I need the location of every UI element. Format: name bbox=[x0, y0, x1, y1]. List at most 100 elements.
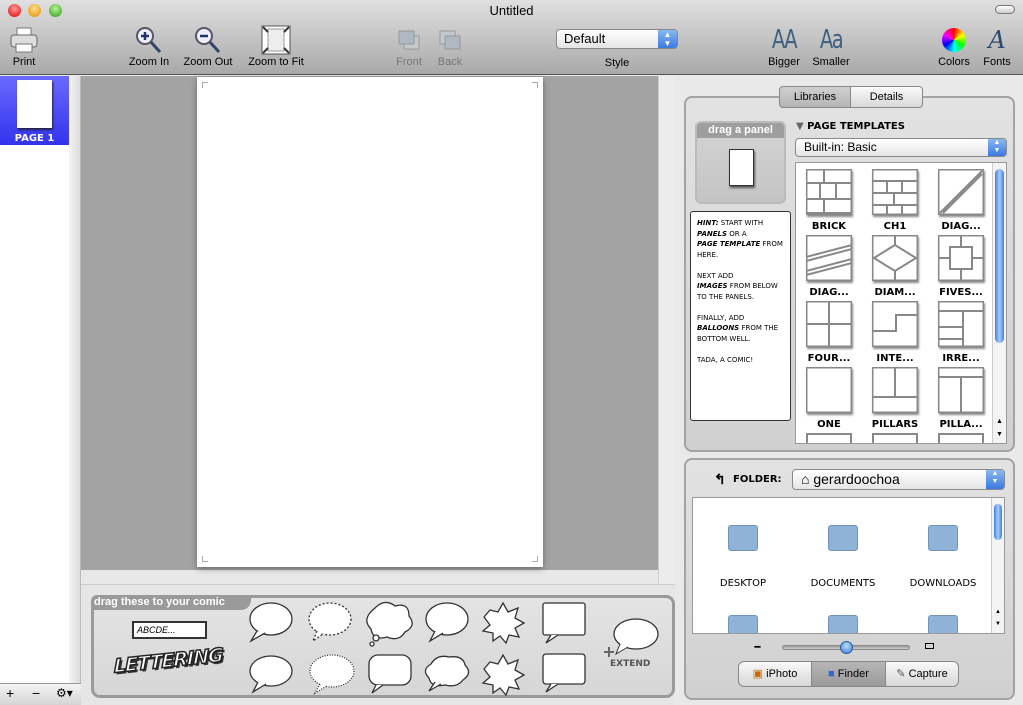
source-finder[interactable]: ■ Finder bbox=[811, 661, 886, 687]
box-balloon-2[interactable] bbox=[542, 653, 586, 693]
source-label: Finder bbox=[837, 668, 869, 680]
spiky-speech-balloon[interactable] bbox=[249, 655, 293, 694]
well-title: drag these to your comic bbox=[91, 595, 251, 610]
source-capture[interactable]: ✎ Capture bbox=[885, 661, 959, 687]
template-item[interactable]: DIAG... bbox=[805, 235, 853, 298]
scroll-thumb[interactable] bbox=[995, 169, 1004, 343]
whisper-balloon[interactable] bbox=[308, 602, 352, 643]
files-scrollbar[interactable]: ▲ ▼ bbox=[991, 498, 1004, 633]
scroll-up-arrow[interactable]: ▲ bbox=[996, 418, 1003, 425]
zoom-in-button[interactable]: Zoom In bbox=[124, 24, 174, 68]
downloads-folder-icon[interactable] bbox=[928, 525, 958, 551]
toolbar-toggle-button[interactable] bbox=[995, 5, 1015, 14]
zoom-to-fit-button[interactable]: Zoom to Fit bbox=[243, 24, 309, 68]
speech-balloon[interactable] bbox=[249, 602, 293, 643]
template-item[interactable] bbox=[806, 433, 852, 443]
source-label: iPhoto bbox=[766, 668, 798, 680]
hint-line bbox=[697, 344, 784, 355]
zoom-out-button[interactable]: Zoom Out bbox=[179, 24, 237, 68]
send-back-icon bbox=[434, 24, 466, 56]
zoom-out-label: Zoom Out bbox=[183, 56, 233, 68]
box-balloon[interactable] bbox=[542, 602, 586, 644]
source-iphoto[interactable]: ▣ iPhoto bbox=[738, 661, 812, 687]
cloud-balloon[interactable] bbox=[424, 655, 470, 692]
gear-icon[interactable]: ⚙▾ bbox=[56, 686, 73, 700]
colors-label: Colors bbox=[938, 56, 970, 68]
scroll-down-arrow[interactable]: ▼ bbox=[996, 431, 1003, 438]
folder-icon[interactable] bbox=[728, 615, 758, 633]
template-preview bbox=[938, 235, 984, 281]
tab-details[interactable]: Details bbox=[850, 86, 923, 108]
pages-sidebar bbox=[0, 76, 69, 683]
folder-label: FOLDER: bbox=[733, 474, 782, 485]
template-label: BRICK bbox=[811, 221, 847, 232]
rounded-box-balloon[interactable] bbox=[368, 654, 412, 694]
template-item[interactable] bbox=[938, 433, 984, 443]
extend-label: EXTEND bbox=[610, 659, 651, 669]
template-item[interactable]: BRICK bbox=[805, 169, 853, 232]
hint-line bbox=[697, 260, 784, 271]
smaller-button[interactable]: Aa Smaller bbox=[809, 24, 853, 68]
zoom-in-icon bbox=[124, 24, 174, 56]
drag-panel-label: drag a panel bbox=[697, 123, 784, 138]
page-thumbnail[interactable]: PAGE 1 bbox=[0, 76, 69, 145]
pages-toolbar: + − ⚙▾ bbox=[0, 683, 81, 705]
scroll-down-arrow[interactable]: ▼ bbox=[995, 621, 1001, 627]
comic-page[interactable] bbox=[197, 77, 543, 567]
template-label: DIAG... bbox=[941, 221, 981, 232]
template-item[interactable]: PILLARS bbox=[871, 367, 919, 430]
caption-box-item[interactable]: ABCDE... bbox=[132, 621, 207, 639]
file-label: DESKTOP bbox=[719, 578, 767, 589]
file-label: DOWNLOADS bbox=[909, 578, 977, 589]
template-item[interactable]: INTE... bbox=[871, 301, 919, 364]
bigger-button[interactable]: AA Bigger bbox=[764, 24, 804, 68]
page-label: PAGE 1 bbox=[14, 133, 55, 144]
tab-libraries[interactable]: Libraries bbox=[779, 86, 851, 108]
desktop-folder-icon[interactable] bbox=[728, 525, 758, 551]
hint-line: HINT: START WITH bbox=[697, 218, 784, 229]
scalloped-balloon[interactable] bbox=[309, 654, 355, 695]
template-item[interactable]: ONE bbox=[805, 367, 853, 430]
template-item[interactable]: CH1 bbox=[871, 169, 919, 232]
burst-balloon[interactable] bbox=[481, 601, 526, 645]
template-item[interactable] bbox=[872, 433, 918, 443]
template-item[interactable]: FIVES... bbox=[937, 235, 985, 298]
home-icon: ⌂ bbox=[801, 471, 814, 487]
template-item[interactable]: PILLA... bbox=[937, 367, 985, 430]
extend-balloon-icon[interactable] bbox=[602, 616, 662, 658]
scroll-thumb[interactable] bbox=[994, 504, 1002, 540]
back-button[interactable]: Back bbox=[434, 24, 466, 68]
folder-select[interactable]: ⌂ gerardoochoa ▲ ▼ bbox=[792, 469, 1005, 490]
templates-scrollbar[interactable]: ▲ ▼ bbox=[992, 163, 1006, 443]
scroll-up-arrow[interactable]: ▲ bbox=[995, 609, 1001, 615]
canvas-scrollbar[interactable] bbox=[658, 76, 675, 584]
documents-folder-icon[interactable] bbox=[828, 525, 858, 551]
template-item[interactable]: IRRE... bbox=[937, 301, 985, 364]
sidebar-scrollbar[interactable] bbox=[69, 76, 81, 683]
zoom-out-icon bbox=[179, 24, 237, 56]
template-item[interactable]: DIAG... bbox=[937, 169, 985, 232]
thumbnail-size-slider[interactable] bbox=[782, 641, 910, 654]
template-item[interactable]: FOUR... bbox=[805, 301, 853, 364]
slider-knob[interactable] bbox=[840, 641, 853, 654]
small-thumbs-icon: ▪▪▪▪ bbox=[754, 644, 761, 651]
folder-icon[interactable] bbox=[828, 615, 858, 633]
add-page-button[interactable]: + bbox=[6, 685, 14, 701]
colors-button[interactable]: Colors bbox=[935, 24, 973, 68]
template-label: ONE bbox=[817, 419, 841, 430]
templates-header[interactable]: ▼ PAGE TEMPLATES bbox=[796, 121, 905, 132]
drag-panel-source[interactable]: drag a panel bbox=[695, 121, 786, 204]
fonts-button[interactable]: A Fonts bbox=[980, 24, 1014, 68]
remove-page-button[interactable]: − bbox=[32, 685, 40, 701]
folder-icon[interactable] bbox=[928, 615, 958, 633]
style-select[interactable]: Default ▲ ▼ bbox=[556, 29, 678, 49]
window-title: Untitled bbox=[489, 3, 534, 18]
print-button[interactable]: Print bbox=[4, 24, 44, 68]
speech-balloon-2[interactable] bbox=[425, 602, 469, 643]
burst-balloon-2[interactable] bbox=[481, 653, 526, 696]
front-button[interactable]: Front bbox=[391, 24, 427, 68]
template-item[interactable]: DIAM... bbox=[871, 235, 919, 298]
template-source-select[interactable]: Built-in: Basic ▲ ▼ bbox=[795, 138, 1007, 157]
thought-balloon[interactable] bbox=[366, 601, 413, 647]
folder-up-icon[interactable]: ↰ bbox=[714, 471, 726, 488]
